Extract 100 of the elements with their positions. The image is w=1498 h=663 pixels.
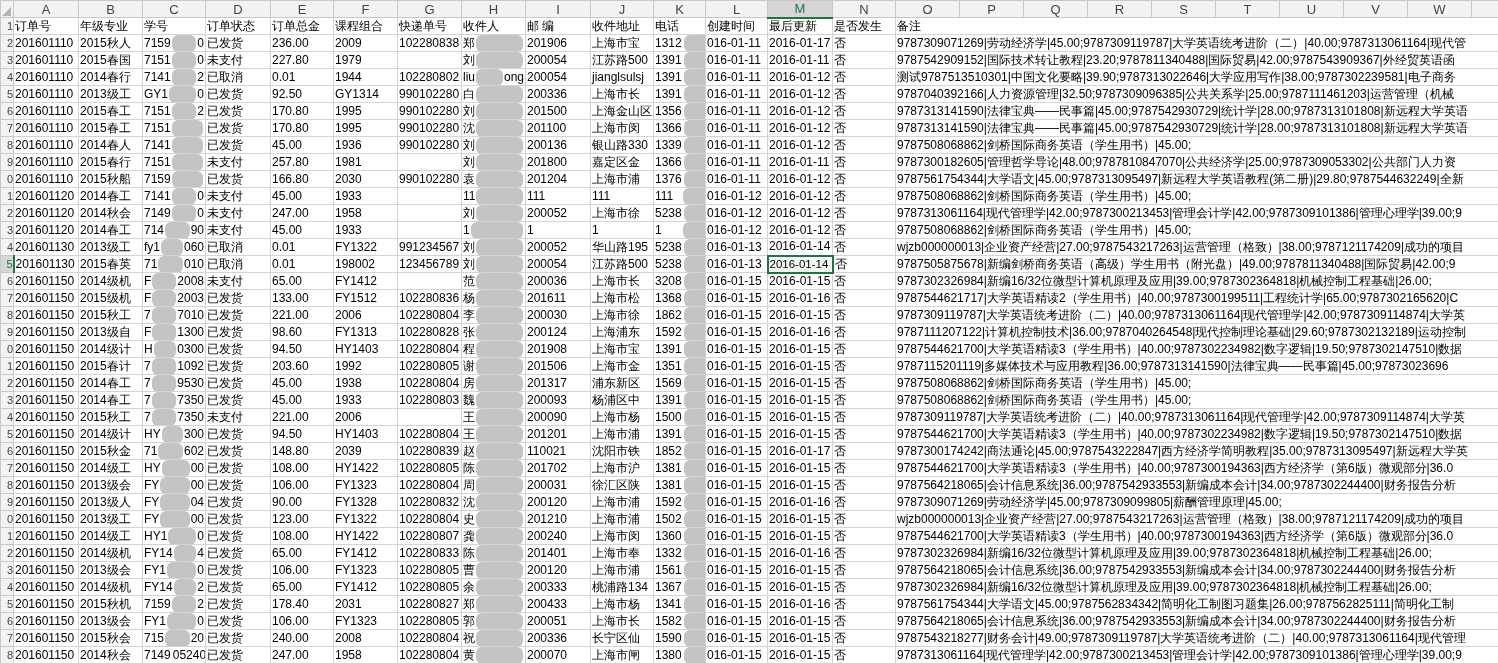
row-header[interactable]: 8 — [0, 136, 14, 154]
table-cell: jianglsulsj — [590, 68, 654, 86]
redaction-blur — [476, 273, 523, 289]
column-header[interactable]: T — [1215, 0, 1280, 18]
table-cell: 已发货 — [205, 459, 271, 477]
table-cell: 1958 — [333, 204, 398, 222]
row-header[interactable]: 0 — [0, 170, 14, 188]
column-header[interactable]: E — [270, 0, 334, 18]
row-header[interactable]: 0 — [0, 510, 14, 528]
table-cell: 杨浦区中 — [590, 391, 654, 409]
column-title: 订单总金 — [270, 17, 334, 35]
row-header[interactable]: 4 — [0, 238, 14, 256]
column-header[interactable]: L — [705, 0, 768, 18]
column-header[interactable]: G — [397, 0, 462, 18]
table-cell: 9787313141590|法律宝典——民事篇|45.00;9787542930729|统计学|28.00;9787313101808|新远程大学英语 — [895, 119, 1498, 137]
column-header[interactable]: F — [333, 0, 398, 18]
column-header[interactable]: A — [13, 0, 79, 18]
table-cell: 1356 — [655, 103, 682, 119]
table-cell: 166.80 — [270, 170, 334, 188]
column-header[interactable]: S — [1151, 0, 1216, 18]
table-cell: 2016-01-15 — [767, 561, 833, 579]
redaction-blur — [171, 52, 197, 68]
table-cell: 2015秋工 — [78, 408, 143, 426]
table-cell: 04 — [190, 494, 204, 510]
table-cell: 201601110 — [13, 170, 79, 188]
redaction-blur — [168, 528, 197, 544]
table-cell: 990102280 — [397, 85, 462, 103]
redaction-blur — [683, 103, 705, 119]
column-header[interactable]: R — [1087, 0, 1152, 18]
table-cell: 016-01-15 — [705, 561, 768, 579]
table-cell: 108.00 — [270, 527, 334, 545]
row-header[interactable]: 6 — [0, 442, 14, 460]
column-header[interactable]: Q — [1023, 0, 1088, 18]
table-cell: H — [144, 341, 153, 357]
table-cell: 上海市浦 — [590, 170, 654, 188]
table-cell: 否 — [832, 357, 896, 375]
row-header[interactable]: 8 — [0, 306, 14, 324]
table-cell: 1582 — [655, 613, 682, 629]
table-cell: 11 — [463, 188, 476, 204]
row-header[interactable]: 2 — [0, 34, 14, 52]
column-header[interactable]: M — [767, 0, 833, 18]
column-header[interactable]: C — [142, 0, 206, 18]
column-title: 课程组合 — [333, 17, 398, 35]
table-cell: 否 — [832, 204, 896, 222]
column-header[interactable]: J — [590, 0, 654, 18]
table-cell: 016-01-15 — [705, 629, 768, 647]
row-header[interactable]: 4 — [0, 578, 14, 596]
table-cell: 016-01-11 — [705, 85, 768, 103]
row-header[interactable]: 0 — [0, 340, 14, 358]
table-cell: 016-01-11 — [705, 68, 768, 86]
redaction-blur — [476, 324, 523, 340]
redaction-blur — [171, 205, 197, 221]
table-cell: 201601120 — [13, 187, 79, 205]
row-header[interactable]: 4 — [0, 408, 14, 426]
row-header[interactable]: 2 — [0, 204, 14, 222]
table-cell: 2014春工 — [78, 221, 143, 239]
table-cell: 9787508068862|剑桥国际商务英语（学生用书）|45.00; — [895, 187, 1498, 205]
redaction-blur — [476, 562, 523, 578]
row-header[interactable]: 2 — [0, 544, 14, 562]
table-cell: 1312 — [655, 35, 682, 51]
column-header[interactable]: N — [832, 0, 896, 18]
row-header[interactable]: 6 — [0, 102, 14, 120]
table-cell: 否 — [832, 102, 896, 120]
table-cell: 016-01-15 — [705, 476, 768, 494]
column-header[interactable]: V — [1343, 0, 1408, 18]
table-cell: 201906 — [525, 34, 591, 52]
table-cell: 016-01-15 — [705, 374, 768, 392]
column-header[interactable]: I — [525, 0, 591, 18]
table-cell: 3208 — [655, 273, 682, 289]
table-cell: 2015春行 — [78, 153, 143, 171]
column-header[interactable]: U — [1279, 0, 1344, 18]
redaction-blur — [683, 222, 705, 238]
row-header[interactable]: 8 — [0, 476, 14, 494]
column-header[interactable]: D — [205, 0, 271, 18]
table-cell: 徐汇区陕 — [590, 476, 654, 494]
row-header[interactable]: 6 — [0, 612, 14, 630]
table-cell: 2013级会 — [78, 612, 143, 630]
table-cell: 7 — [144, 358, 151, 374]
row-header[interactable]: 2 — [0, 374, 14, 392]
table-cell: 016-01-15 — [705, 646, 768, 663]
row-header[interactable]: 4 — [0, 68, 14, 86]
redaction-blur — [152, 324, 177, 340]
column-header[interactable]: P — [959, 0, 1024, 18]
table-cell: 否 — [832, 425, 896, 443]
table-cell: 2016-01-15 — [767, 357, 833, 375]
column-header[interactable]: K — [653, 0, 706, 18]
row-header[interactable]: 6 — [0, 272, 14, 290]
column-title: 创建时间 — [705, 17, 768, 35]
table-cell: 102280836 — [397, 289, 462, 307]
column-header[interactable]: W — [1407, 0, 1472, 18]
column-header[interactable]: B — [78, 0, 143, 18]
table-cell: 已发货 — [205, 85, 271, 103]
table-cell: 0.01 — [270, 238, 334, 256]
column-header[interactable]: O — [895, 0, 960, 18]
table-cell: 2016-01-12 — [767, 102, 833, 120]
column-header[interactable]: H — [461, 0, 526, 18]
redaction-blur — [171, 154, 203, 170]
table-cell: 102280805 — [397, 561, 462, 579]
table-cell: 已发货 — [205, 476, 271, 494]
table-cell: 2014春工 — [78, 187, 143, 205]
